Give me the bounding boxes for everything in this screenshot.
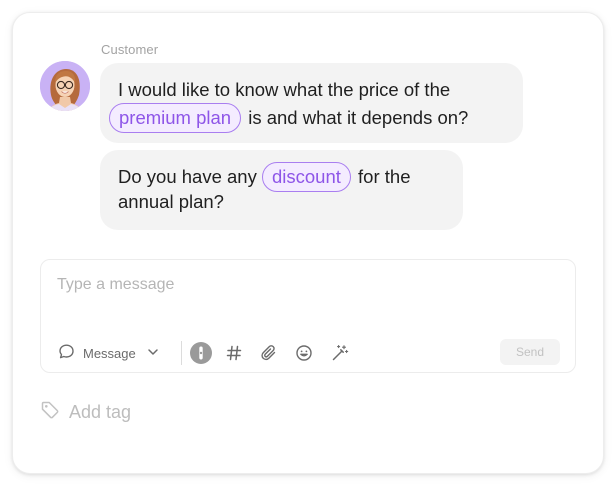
message-line: premium plan is and what it depends on? bbox=[109, 103, 505, 133]
message-bubble: I would like to know what the price of t… bbox=[100, 63, 523, 143]
emoji-icon[interactable] bbox=[293, 342, 315, 364]
keyword-tag-premium-plan[interactable]: premium plan bbox=[109, 103, 242, 133]
sender-label: Customer bbox=[101, 42, 159, 57]
message-type-dropdown[interactable]: Message bbox=[58, 342, 160, 364]
paperclip-icon[interactable] bbox=[258, 342, 280, 364]
send-button[interactable]: Send bbox=[500, 339, 560, 365]
magic-wand-icon[interactable] bbox=[329, 342, 351, 364]
keyword-tag-discount[interactable]: discount bbox=[261, 162, 351, 192]
message-text: is and what it depends on? bbox=[248, 106, 469, 128]
toolbar-divider bbox=[181, 341, 182, 365]
message-line: Do you have any discount for the bbox=[118, 162, 445, 192]
message-composer: Message Send bbox=[40, 259, 576, 373]
message-type-label: Message bbox=[83, 345, 136, 361]
message-text: I would like to know what the price of t… bbox=[118, 79, 451, 100]
chat-bubble-icon bbox=[58, 343, 75, 363]
chevron-down-icon bbox=[146, 345, 160, 362]
tag-icon bbox=[40, 400, 60, 425]
message-text: Do you have any bbox=[118, 165, 257, 187]
ai-assist-icon[interactable] bbox=[189, 341, 213, 365]
add-tag-button[interactable]: Add tag bbox=[40, 400, 131, 425]
message-input[interactable] bbox=[57, 276, 487, 294]
add-tag-label: Add tag bbox=[69, 402, 132, 422]
hashtag-icon[interactable] bbox=[223, 342, 245, 364]
customer-avatar bbox=[40, 61, 90, 111]
message-line: annual plan? bbox=[118, 189, 445, 215]
message-bubble: Do you have any discount for the annual … bbox=[100, 150, 463, 230]
message-text: annual plan? bbox=[118, 191, 224, 212]
message-line: I would like to know what the price of t… bbox=[118, 77, 505, 103]
message-text: for the bbox=[358, 165, 411, 187]
